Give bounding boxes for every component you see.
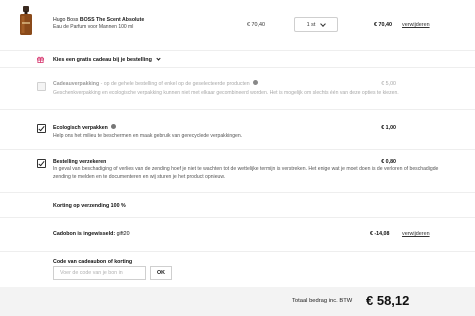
eco-description: Help ons het milieu te beschermen en maa… xyxy=(53,133,243,139)
shipping-discount: Korting op verzending 100 % xyxy=(0,193,475,218)
option-insurance: Bestelling verzekeren In geval van besch… xyxy=(0,150,475,193)
giftwrap-title-text: Cadeauverpakking xyxy=(53,81,100,87)
info-icon[interactable] xyxy=(253,80,259,86)
product-variant: Eau de Parfum voor Mannen 100 ml xyxy=(53,24,134,30)
total-label: Totaal bedrag inc. BTW xyxy=(292,298,353,304)
option-eco: Ecologisch verpakken Help ons het milieu… xyxy=(0,110,475,150)
order-total: Totaal bedrag inc. BTW € 58,12 xyxy=(0,287,475,316)
cart-item: Hugo Boss BOSS The Scent Absolute Eau de… xyxy=(0,6,475,36)
quantity-select[interactable]: 1 st xyxy=(294,17,338,32)
eco-title-text: Ecologisch verpakken xyxy=(53,125,108,131)
gift-icon xyxy=(37,56,44,63)
giftcard-label: Cadobon is ingewisseld: gift20 xyxy=(53,231,130,237)
giftcard-label-text: Cadobon is ingewisseld: xyxy=(53,231,116,237)
free-gift-toggle[interactable]: Kies een gratis cadeau bij je bestelling xyxy=(0,50,475,68)
unit-price: € 70,40 xyxy=(247,22,265,28)
product-name: BOSS The Scent Absolute xyxy=(79,17,145,23)
remove-item-link[interactable]: verwijderen xyxy=(402,22,430,28)
giftwrap-price: € 5,00 xyxy=(381,81,396,87)
insurance-description: In geval van beschadiging of verlies van… xyxy=(53,166,439,180)
giftcard-code: gift20 xyxy=(116,231,130,237)
voucher-ok-button[interactable]: OK xyxy=(150,266,172,280)
free-gift-label: Kies een gratis cadeau bij je bestelling xyxy=(53,56,161,63)
giftcard-applied: Cadobon is ingewisseld: gift20 € -14,08 … xyxy=(0,218,475,252)
giftwrap-title-suffix: - op de gehele bestelling of enkel op de… xyxy=(99,81,250,87)
free-gift-text: Kies een gratis cadeau bij je bestelling xyxy=(53,57,152,63)
remove-giftcard-link[interactable]: verwijderen xyxy=(402,231,430,237)
giftwrap-description: Geschenkverpakking en ecologische verpak… xyxy=(53,90,399,96)
chevron-down-icon xyxy=(156,56,161,61)
giftwrap-checkbox[interactable] xyxy=(37,82,46,91)
total-value: € 58,12 xyxy=(366,293,410,308)
checkmark-icon xyxy=(38,124,45,132)
giftwrap-title: Cadeauverpakking - op de gehele bestelli… xyxy=(53,80,259,87)
product-brand: Hugo Boss xyxy=(53,17,79,23)
product-info: Hugo Boss BOSS The Scent Absolute Eau de… xyxy=(53,17,144,31)
voucher-code-input[interactable] xyxy=(53,266,146,280)
option-giftwrap: Cadeauverpakking - op de gehele bestelli… xyxy=(0,68,475,110)
eco-checkbox[interactable] xyxy=(37,124,46,133)
insurance-price: € 0,80 xyxy=(381,159,396,165)
product-image[interactable] xyxy=(19,6,33,35)
shipping-discount-label: Korting op verzending 100 % xyxy=(53,203,126,209)
voucher-label: Code van cadeaubon of korting xyxy=(53,259,133,265)
checkmark-icon xyxy=(38,159,45,167)
insurance-checkbox[interactable] xyxy=(37,159,46,168)
eco-price: € 1,00 xyxy=(381,125,396,131)
info-icon[interactable] xyxy=(111,124,117,130)
chevron-down-icon xyxy=(320,20,327,27)
giftcard-amount: € -14,08 xyxy=(370,231,390,237)
product-title[interactable]: Hugo Boss BOSS The Scent Absolute xyxy=(53,17,144,24)
eco-title: Ecologisch verpakken xyxy=(53,124,117,131)
line-total: € 70,40 xyxy=(374,22,392,28)
quantity-value: 1 st xyxy=(306,21,316,28)
